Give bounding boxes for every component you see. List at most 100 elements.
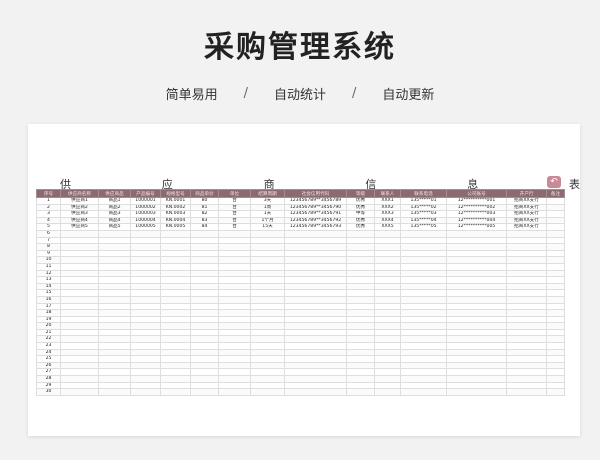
table-cell[interactable] <box>400 315 447 324</box>
table-cell[interactable] <box>400 322 447 330</box>
table-cell[interactable]: 7 <box>36 236 61 245</box>
table-cell[interactable]: 123456789**3456791 <box>284 210 347 218</box>
table-cell[interactable] <box>190 355 219 363</box>
table-cell[interactable] <box>284 243 347 251</box>
table-cell[interactable] <box>446 295 507 304</box>
table-cell[interactable] <box>250 322 285 330</box>
table-cell[interactable] <box>506 289 547 297</box>
table-cell[interactable]: 供应商2 <box>60 203 99 212</box>
table-cell[interactable] <box>218 355 251 363</box>
table-cell[interactable]: 17 <box>36 302 61 311</box>
table-cell[interactable] <box>400 289 447 297</box>
table-cell[interactable] <box>190 368 219 377</box>
table-cell[interactable] <box>506 315 547 324</box>
table-cell[interactable] <box>446 381 507 390</box>
table-cell[interactable] <box>446 375 507 383</box>
table-cell[interactable] <box>546 229 565 238</box>
table-cell[interactable]: 20 <box>36 322 61 330</box>
table-cell[interactable] <box>400 269 447 278</box>
table-cell[interactable] <box>130 269 161 278</box>
table-cell[interactable]: 优秀 <box>346 197 375 205</box>
table-cell[interactable]: 3天 <box>250 197 285 205</box>
table-cell[interactable] <box>60 388 99 396</box>
table-cell[interactable] <box>250 342 285 350</box>
table-cell[interactable] <box>60 282 99 291</box>
table-cell[interactable] <box>250 229 285 238</box>
table-cell[interactable] <box>130 276 161 284</box>
table-cell[interactable]: 1周 <box>250 203 285 212</box>
table-cell[interactable] <box>218 322 251 330</box>
table-cell[interactable] <box>446 361 507 370</box>
table-cell[interactable] <box>284 361 347 370</box>
table-cell[interactable] <box>446 342 507 350</box>
table-cell[interactable] <box>284 309 347 317</box>
table-cell[interactable]: 123456789**3456790 <box>284 203 347 212</box>
table-cell[interactable]: 1000003 <box>130 210 161 218</box>
table-cell[interactable] <box>400 262 447 271</box>
table-cell[interactable] <box>400 328 447 337</box>
table-cell[interactable] <box>346 315 375 324</box>
table-cell[interactable] <box>250 262 285 271</box>
table-cell[interactable] <box>130 328 161 337</box>
table-cell[interactable]: 16 <box>36 295 61 304</box>
table-cell[interactable]: 商品1 <box>98 197 131 205</box>
table-cell[interactable] <box>218 368 251 377</box>
table-cell[interactable]: 12**********001 <box>446 197 507 205</box>
table-cell[interactable] <box>546 381 565 390</box>
table-cell[interactable] <box>160 302 191 311</box>
table-cell[interactable] <box>190 381 219 390</box>
table-cell[interactable] <box>506 381 547 390</box>
table-cell[interactable] <box>446 322 507 330</box>
table-cell[interactable] <box>446 262 507 271</box>
table-cell[interactable]: 135*****05 <box>400 223 447 231</box>
table-cell[interactable] <box>130 236 161 245</box>
table-cell[interactable] <box>160 249 191 258</box>
table-cell[interactable] <box>446 309 507 317</box>
table-cell[interactable] <box>98 295 131 304</box>
table-cell[interactable] <box>250 328 285 337</box>
table-cell[interactable] <box>546 375 565 383</box>
table-cell[interactable] <box>98 335 131 344</box>
table-cell[interactable] <box>98 256 131 264</box>
table-cell[interactable]: KN.0002 <box>160 203 191 212</box>
table-cell[interactable] <box>374 368 401 377</box>
table-cell[interactable]: 4 <box>36 216 61 225</box>
table-cell[interactable]: 招商XX支行 <box>506 197 547 205</box>
table-cell[interactable] <box>506 236 547 245</box>
table-cell[interactable] <box>98 368 131 377</box>
table-cell[interactable] <box>218 381 251 390</box>
table-cell[interactable]: 135*****01 <box>400 197 447 205</box>
table-cell[interactable] <box>546 295 565 304</box>
table-cell[interactable]: 123456789**3456793 <box>284 223 347 231</box>
table-cell[interactable] <box>60 295 99 304</box>
table-cell[interactable] <box>218 309 251 317</box>
table-cell[interactable]: 123456789**3456792 <box>284 216 347 225</box>
table-cell[interactable] <box>190 269 219 278</box>
table-cell[interactable] <box>346 276 375 284</box>
table-cell[interactable] <box>130 335 161 344</box>
table-cell[interactable] <box>374 309 401 317</box>
table-cell[interactable] <box>250 249 285 258</box>
table-cell[interactable] <box>130 355 161 363</box>
table-cell[interactable]: 9 <box>36 249 61 258</box>
table-cell[interactable] <box>374 328 401 337</box>
table-cell[interactable] <box>374 335 401 344</box>
table-cell[interactable]: 1个月 <box>250 216 285 225</box>
table-cell[interactable] <box>218 388 251 396</box>
table-cell[interactable]: 21 <box>36 328 61 337</box>
table-cell[interactable] <box>130 348 161 357</box>
table-cell[interactable] <box>400 276 447 284</box>
table-cell[interactable]: 供应商5 <box>60 223 99 231</box>
table-cell[interactable] <box>98 348 131 357</box>
table-cell[interactable] <box>546 309 565 317</box>
table-cell[interactable] <box>190 388 219 396</box>
table-cell[interactable]: 28 <box>36 375 61 383</box>
table-cell[interactable] <box>98 276 131 284</box>
table-cell[interactable] <box>60 236 99 245</box>
table-cell[interactable]: 12**********005 <box>446 223 507 231</box>
table-cell[interactable] <box>284 315 347 324</box>
table-cell[interactable] <box>446 229 507 238</box>
table-cell[interactable] <box>284 289 347 297</box>
table-cell[interactable] <box>98 381 131 390</box>
table-cell[interactable] <box>60 315 99 324</box>
